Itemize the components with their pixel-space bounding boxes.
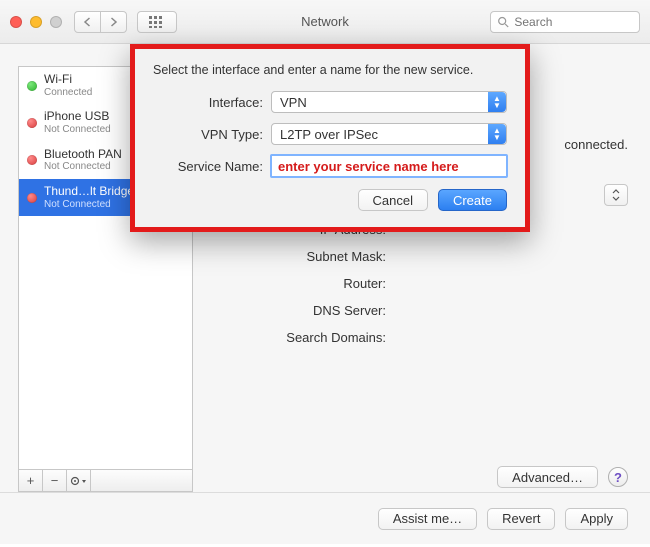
interface-select[interactable]: VPN ▲▼ [271,91,507,113]
service-name-label: Service Name: [153,159,263,174]
gear-icon [69,475,89,487]
status-dot-icon [27,81,37,91]
interface-value: VPN [280,95,307,110]
titlebar: Network [0,0,650,44]
minimize-window-button[interactable] [30,16,42,28]
updown-arrows-icon [612,189,620,201]
status-dot-icon [27,193,37,203]
grid-icon [149,16,165,28]
vpn-type-value: L2TP over IPSec [280,127,378,142]
router-label: Router: [211,276,386,291]
search-icon [497,16,509,28]
service-name-label: Bluetooth PAN [44,148,122,162]
dns-server-row: DNS Server: [211,303,628,318]
vpn-type-select[interactable]: L2TP over IPSec ▲▼ [271,123,507,145]
service-name-label: Thund…lt Bridge [44,185,134,199]
subnet-mask-row: Subnet Mask: [211,249,628,264]
revert-button[interactable]: Revert [487,508,555,530]
service-name-label: Wi-Fi [44,73,92,87]
service-status-label: Connected [44,87,92,99]
vpn-type-label: VPN Type: [153,127,263,142]
updown-arrows-icon: ▲▼ [488,92,506,112]
dns-server-label: DNS Server: [211,303,386,318]
search-input[interactable] [512,14,633,30]
cancel-button[interactable]: Cancel [358,189,428,211]
search-domains-row: Search Domains: [211,330,628,345]
interface-row: Interface: VPN ▲▼ [153,91,507,113]
new-service-sheet: Select the interface and enter a name fo… [130,44,530,232]
sidebar-footer: + − [19,469,192,491]
service-actions-menu[interactable] [67,470,91,491]
assist-me-button[interactable]: Assist me… [378,508,477,530]
service-status-label: Not Connected [44,199,134,211]
chevron-right-icon [109,17,118,27]
window-controls [10,16,62,28]
interface-label: Interface: [153,95,263,110]
forward-button[interactable] [101,11,127,33]
show-all-button[interactable] [137,11,177,33]
service-name-row: Service Name: [153,155,507,177]
service-name-input[interactable] [271,155,507,177]
help-button[interactable]: ? [608,467,628,487]
service-status-label: Not Connected [44,161,122,173]
vpn-type-row: VPN Type: L2TP over IPSec ▲▼ [153,123,507,145]
service-name-label: iPhone USB [44,110,111,124]
nav-buttons [74,11,127,33]
advanced-button[interactable]: Advanced… [497,466,598,488]
search-domains-label: Search Domains: [211,330,386,345]
apply-button[interactable]: Apply [565,508,628,530]
back-button[interactable] [74,11,101,33]
create-button[interactable]: Create [438,189,507,211]
subnet-mask-label: Subnet Mask: [211,249,386,264]
router-row: Router: [211,276,628,291]
zoom-window-button[interactable] [50,16,62,28]
close-window-button[interactable] [10,16,22,28]
updown-arrows-icon: ▲▼ [488,124,506,144]
detail-fields: IP Address: Subnet Mask: Router: DNS Ser… [211,222,628,345]
service-status-label: Not Connected [44,124,111,136]
status-dot-icon [27,118,37,128]
advanced-row: Advanced… ? [497,466,628,488]
chevron-left-icon [83,17,92,27]
location-popup[interactable] [604,184,628,206]
sheet-buttons: Cancel Create [153,189,507,211]
bottom-bar: Assist me… Revert Apply [0,492,650,544]
search-field[interactable] [490,11,640,33]
sheet-title: Select the interface and enter a name fo… [153,63,507,77]
status-dot-icon [27,155,37,165]
add-service-button[interactable]: + [19,470,43,491]
remove-service-button[interactable]: − [43,470,67,491]
